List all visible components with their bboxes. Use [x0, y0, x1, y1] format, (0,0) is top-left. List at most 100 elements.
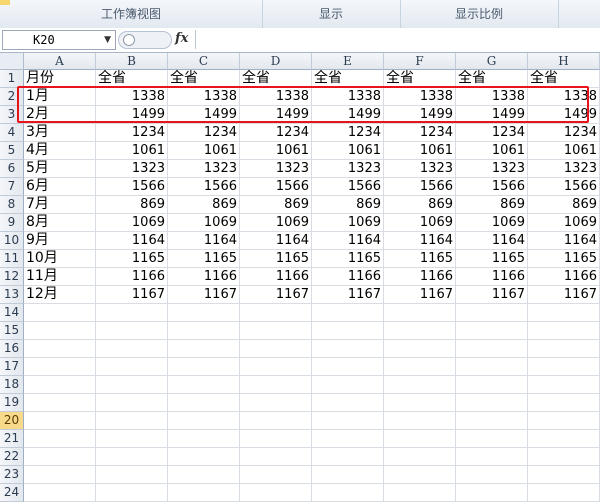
cell-17-1[interactable] — [96, 376, 168, 394]
select-all-corner[interactable] — [0, 53, 24, 70]
cell-19-1[interactable] — [96, 412, 168, 430]
row-header-6[interactable]: 7 — [0, 178, 24, 196]
cell-6-0[interactable]: 6月 — [24, 178, 96, 196]
cell-7-7[interactable]: 869 — [528, 196, 600, 214]
row-header-17[interactable]: 18 — [0, 376, 24, 394]
cell-3-0[interactable]: 3月 — [24, 124, 96, 142]
cell-14-4[interactable] — [312, 322, 384, 340]
cell-6-4[interactable]: 1566 — [312, 178, 384, 196]
cell-2-3[interactable]: 1499 — [240, 106, 312, 124]
cell-23-0[interactable] — [24, 484, 96, 502]
cell-6-6[interactable]: 1566 — [456, 178, 528, 196]
cell-14-7[interactable] — [528, 322, 600, 340]
cell-16-2[interactable] — [168, 358, 240, 376]
cell-15-0[interactable] — [24, 340, 96, 358]
cell-18-2[interactable] — [168, 394, 240, 412]
row-header-10[interactable]: 11 — [0, 250, 24, 268]
cell-16-1[interactable] — [96, 358, 168, 376]
cell-18-7[interactable] — [528, 394, 600, 412]
cell-0-3[interactable]: 全省 — [240, 70, 312, 88]
cell-3-7[interactable]: 1234 — [528, 124, 600, 142]
cell-18-4[interactable] — [312, 394, 384, 412]
cell-11-5[interactable]: 1166 — [384, 268, 456, 286]
cell-3-2[interactable]: 1234 — [168, 124, 240, 142]
cell-9-1[interactable]: 1164 — [96, 232, 168, 250]
cell-4-0[interactable]: 4月 — [24, 142, 96, 160]
cell-18-3[interactable] — [240, 394, 312, 412]
cell-14-3[interactable] — [240, 322, 312, 340]
cell-5-6[interactable]: 1323 — [456, 160, 528, 178]
cell-22-2[interactable] — [168, 466, 240, 484]
cell-12-5[interactable]: 1167 — [384, 286, 456, 304]
cell-9-3[interactable]: 1164 — [240, 232, 312, 250]
cell-15-5[interactable] — [384, 340, 456, 358]
cell-10-1[interactable]: 1165 — [96, 250, 168, 268]
cell-7-0[interactable]: 7月 — [24, 196, 96, 214]
cell-20-4[interactable] — [312, 430, 384, 448]
cell-4-3[interactable]: 1061 — [240, 142, 312, 160]
cell-10-2[interactable]: 1165 — [168, 250, 240, 268]
cell-21-6[interactable] — [456, 448, 528, 466]
row-header-18[interactable]: 19 — [0, 394, 24, 412]
row-header-9[interactable]: 10 — [0, 232, 24, 250]
formula-input[interactable] — [195, 30, 599, 49]
row-header-21[interactable]: 22 — [0, 448, 24, 466]
row-header-1[interactable]: 2 — [0, 88, 24, 106]
cell-13-6[interactable] — [456, 304, 528, 322]
cell-22-5[interactable] — [384, 466, 456, 484]
cell-21-3[interactable] — [240, 448, 312, 466]
cell-20-3[interactable] — [240, 430, 312, 448]
cell-10-6[interactable]: 1165 — [456, 250, 528, 268]
cell-2-1[interactable]: 1499 — [96, 106, 168, 124]
cell-7-4[interactable]: 869 — [312, 196, 384, 214]
name-box[interactable]: K20 ▼ — [2, 30, 116, 50]
cell-23-3[interactable] — [240, 484, 312, 502]
cell-20-1[interactable] — [96, 430, 168, 448]
cell-8-6[interactable]: 1069 — [456, 214, 528, 232]
column-header-6[interactable]: G — [456, 53, 528, 70]
cell-19-4[interactable] — [312, 412, 384, 430]
cell-10-0[interactable]: 10月 — [24, 250, 96, 268]
cell-7-6[interactable]: 869 — [456, 196, 528, 214]
cell-17-6[interactable] — [456, 376, 528, 394]
row-header-8[interactable]: 9 — [0, 214, 24, 232]
cell-0-2[interactable]: 全省 — [168, 70, 240, 88]
cell-5-4[interactable]: 1323 — [312, 160, 384, 178]
cell-18-6[interactable] — [456, 394, 528, 412]
cell-6-1[interactable]: 1566 — [96, 178, 168, 196]
cell-1-2[interactable]: 1338 — [168, 88, 240, 106]
cell-23-1[interactable] — [96, 484, 168, 502]
cell-6-7[interactable]: 1566 — [528, 178, 600, 196]
cell-12-0[interactable]: 12月 — [24, 286, 96, 304]
cell-17-4[interactable] — [312, 376, 384, 394]
cell-11-3[interactable]: 1166 — [240, 268, 312, 286]
cell-13-3[interactable] — [240, 304, 312, 322]
row-header-19[interactable]: 20 — [0, 412, 24, 430]
cell-8-2[interactable]: 1069 — [168, 214, 240, 232]
cell-3-3[interactable]: 1234 — [240, 124, 312, 142]
cell-12-3[interactable]: 1167 — [240, 286, 312, 304]
cell-13-5[interactable] — [384, 304, 456, 322]
row-header-23[interactable]: 24 — [0, 484, 24, 502]
cell-6-3[interactable]: 1566 — [240, 178, 312, 196]
cell-12-1[interactable]: 1167 — [96, 286, 168, 304]
cell-12-4[interactable]: 1167 — [312, 286, 384, 304]
cell-0-5[interactable]: 全省 — [384, 70, 456, 88]
cell-4-2[interactable]: 1061 — [168, 142, 240, 160]
cell-10-3[interactable]: 1165 — [240, 250, 312, 268]
cell-5-7[interactable]: 1323 — [528, 160, 600, 178]
cell-11-2[interactable]: 1166 — [168, 268, 240, 286]
cell-5-5[interactable]: 1323 — [384, 160, 456, 178]
cell-8-0[interactable]: 8月 — [24, 214, 96, 232]
cell-20-7[interactable] — [528, 430, 600, 448]
row-header-12[interactable]: 13 — [0, 286, 24, 304]
cell-16-7[interactable] — [528, 358, 600, 376]
cell-21-4[interactable] — [312, 448, 384, 466]
cell-15-1[interactable] — [96, 340, 168, 358]
cell-9-0[interactable]: 9月 — [24, 232, 96, 250]
cell-21-0[interactable] — [24, 448, 96, 466]
cell-16-3[interactable] — [240, 358, 312, 376]
cell-4-5[interactable]: 1061 — [384, 142, 456, 160]
row-header-11[interactable]: 12 — [0, 268, 24, 286]
cell-10-5[interactable]: 1165 — [384, 250, 456, 268]
